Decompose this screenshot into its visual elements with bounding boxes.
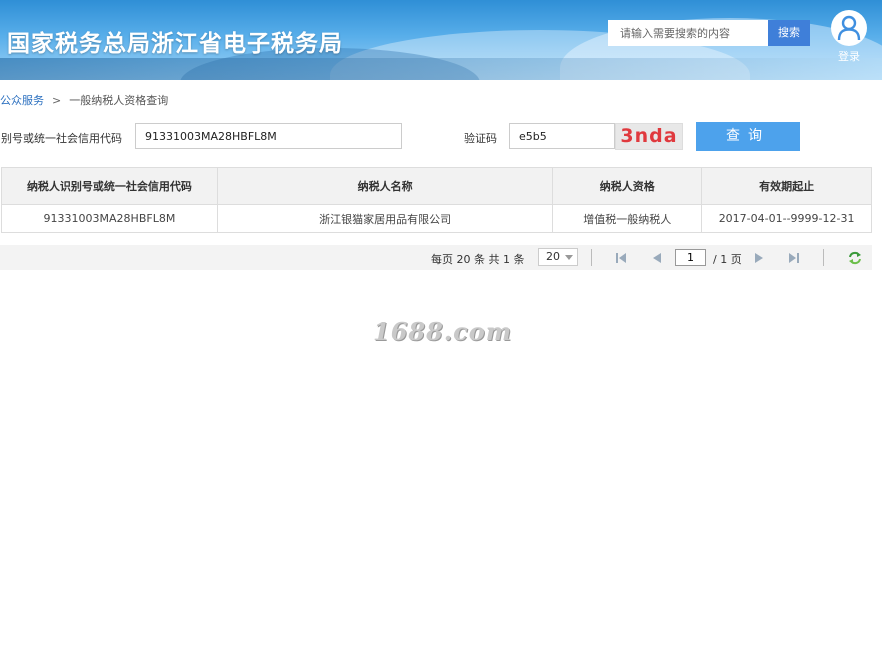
results-table: 纳税人识别号或统一社会信用代码 纳税人名称 纳税人资格 有效期起止 913310… xyxy=(1,167,872,233)
page-info: 每页 20 条 共 1 条 xyxy=(431,253,525,266)
page-size-select[interactable]: 20 xyxy=(538,248,578,266)
column-header-taxpayer-name: 纳税人名称 xyxy=(216,167,554,205)
watermark: 1688.com xyxy=(373,317,513,346)
login-button[interactable]: 登录 xyxy=(826,10,872,64)
pagination-bar: 每页 20 条 共 1 条 20 / 1 页 xyxy=(0,245,872,270)
cell-taxpayer-name: 浙江银猫家居用品有限公司 xyxy=(216,204,554,233)
last-page-icon[interactable] xyxy=(787,251,801,265)
next-page-icon[interactable] xyxy=(752,251,766,265)
captcha-input[interactable] xyxy=(509,123,615,149)
first-page-icon[interactable] xyxy=(614,251,628,265)
cell-taxpayer-id: 91331003MA28HBFL8M xyxy=(1,204,218,233)
captcha-label: 验证码 xyxy=(464,132,497,145)
breadcrumb-separator: > xyxy=(52,94,62,107)
taxpayer-id-input[interactable] xyxy=(135,123,402,149)
query-button[interactable]: 查询 xyxy=(696,122,800,151)
search-button[interactable]: 搜索 xyxy=(768,20,810,46)
login-label: 登录 xyxy=(838,50,860,63)
refresh-icon[interactable] xyxy=(847,250,863,266)
page-number-input[interactable] xyxy=(675,249,706,266)
column-header-taxpayer-id: 纳税人识别号或统一社会信用代码 xyxy=(1,167,218,205)
column-header-qualification: 纳税人资格 xyxy=(552,167,703,205)
search-input[interactable] xyxy=(608,20,768,46)
total-pages: / 1 页 xyxy=(713,253,742,266)
breadcrumb-current: 一般纳税人资格查询 xyxy=(69,94,169,107)
page-size-value: 20 xyxy=(546,250,560,263)
chevron-down-icon xyxy=(565,255,573,260)
taxpayer-id-label: 别号或统一社会信用代码 xyxy=(1,132,122,145)
breadcrumb-link-public-services[interactable]: 公众服务 xyxy=(0,94,44,107)
breadcrumb: 公众服务 > 一般纳税人资格查询 xyxy=(0,92,168,108)
pager-divider xyxy=(591,249,592,266)
captcha-image[interactable]: 3nda xyxy=(615,123,683,150)
cell-qualification: 增值税一般纳税人 xyxy=(552,204,703,233)
header-banner: 国家税务总局浙江省电子税务局 搜索 登录 xyxy=(0,0,882,80)
user-icon xyxy=(831,10,867,46)
banner-haze xyxy=(0,58,882,80)
cell-validity: 2017-04-01--9999-12-31 xyxy=(701,204,872,233)
previous-page-icon[interactable] xyxy=(650,251,664,265)
table-row[interactable]: 91331003MA28HBFL8M 浙江银猫家居用品有限公司 增值税一般纳税人… xyxy=(1,204,872,233)
pager-divider xyxy=(823,249,824,266)
site-title: 国家税务总局浙江省电子税务局 xyxy=(7,31,343,57)
column-header-validity: 有效期起止 xyxy=(701,167,872,205)
table-header-row: 纳税人识别号或统一社会信用代码 纳税人名称 纳税人资格 有效期起止 xyxy=(1,167,872,205)
